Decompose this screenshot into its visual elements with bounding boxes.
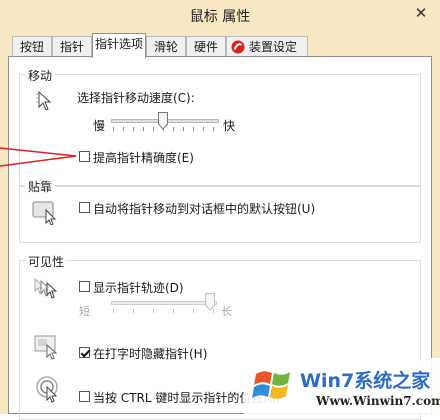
device-logo-icon	[231, 40, 245, 54]
close-button[interactable]: ✕	[408, 2, 434, 24]
show-location-icon	[36, 376, 58, 403]
pointer-trails-label[interactable]: 显示指针轨迹(D)	[93, 279, 184, 296]
watermark: Win7系统之家 Www.Winwin7.com	[244, 358, 440, 414]
pointer-speed-icon	[36, 90, 52, 111]
speed-slider-thumb[interactable]	[158, 112, 168, 130]
speed-fast-label: 快	[223, 119, 236, 133]
enhance-precision-checkbox[interactable]	[79, 151, 90, 162]
tab-buttons[interactable]: 按钮	[12, 36, 52, 57]
hide-while-typing-label[interactable]: 在打字时隐藏指针(H)	[93, 345, 207, 362]
watermark-url: Www.Winwin7.com	[316, 394, 440, 408]
windows-logo-icon	[252, 371, 290, 399]
pointer-trails-icon	[34, 277, 58, 299]
hide-while-typing-icon	[34, 335, 58, 360]
trails-long-label: 长	[221, 305, 232, 318]
show-location-ctrl-checkbox[interactable]	[79, 391, 90, 402]
tab-hardware[interactable]: 硬件	[186, 36, 226, 57]
trails-slider-track	[111, 301, 217, 305]
motion-group-title: 移动	[25, 67, 56, 84]
snap-to-default-checkbox[interactable]	[79, 202, 90, 213]
snap-to-default-label[interactable]: 自动将指针移动到对话框中的默认按钮(U)	[93, 200, 315, 217]
visibility-group-title: 可见性	[25, 253, 68, 270]
trails-slider-thumb[interactable]	[205, 293, 215, 311]
watermark-brand: Win7系统之家	[300, 370, 431, 392]
tab-device-settings[interactable]: 装置设定值	[226, 36, 308, 74]
speed-slow-label: 慢	[93, 119, 106, 133]
pointer-trails-checkbox[interactable]	[79, 281, 90, 292]
snap-to-button-icon	[32, 201, 57, 225]
title-bar: 鼠标 属性 ✕	[0, 0, 440, 30]
tab-pointer-options[interactable]: 指针选项	[92, 33, 146, 58]
annotation-arrow	[0, 147, 77, 167]
snap-group-title: 贴靠	[25, 178, 56, 195]
window-title: 鼠标 属性	[189, 9, 251, 25]
tab-strip: 按钮 指针 指针选项 滑轮 硬件 装置设定值	[8, 33, 432, 74]
speed-label: 选择指针移动速度(C):	[77, 91, 195, 105]
hide-while-typing-checkbox[interactable]	[79, 347, 90, 358]
enhance-precision-label[interactable]: 提高指针精确度(E)	[93, 149, 194, 166]
tab-pointers[interactable]: 指针	[52, 36, 92, 57]
trails-short-label: 短	[79, 305, 90, 318]
tab-wheel[interactable]: 滑轮	[146, 36, 186, 57]
